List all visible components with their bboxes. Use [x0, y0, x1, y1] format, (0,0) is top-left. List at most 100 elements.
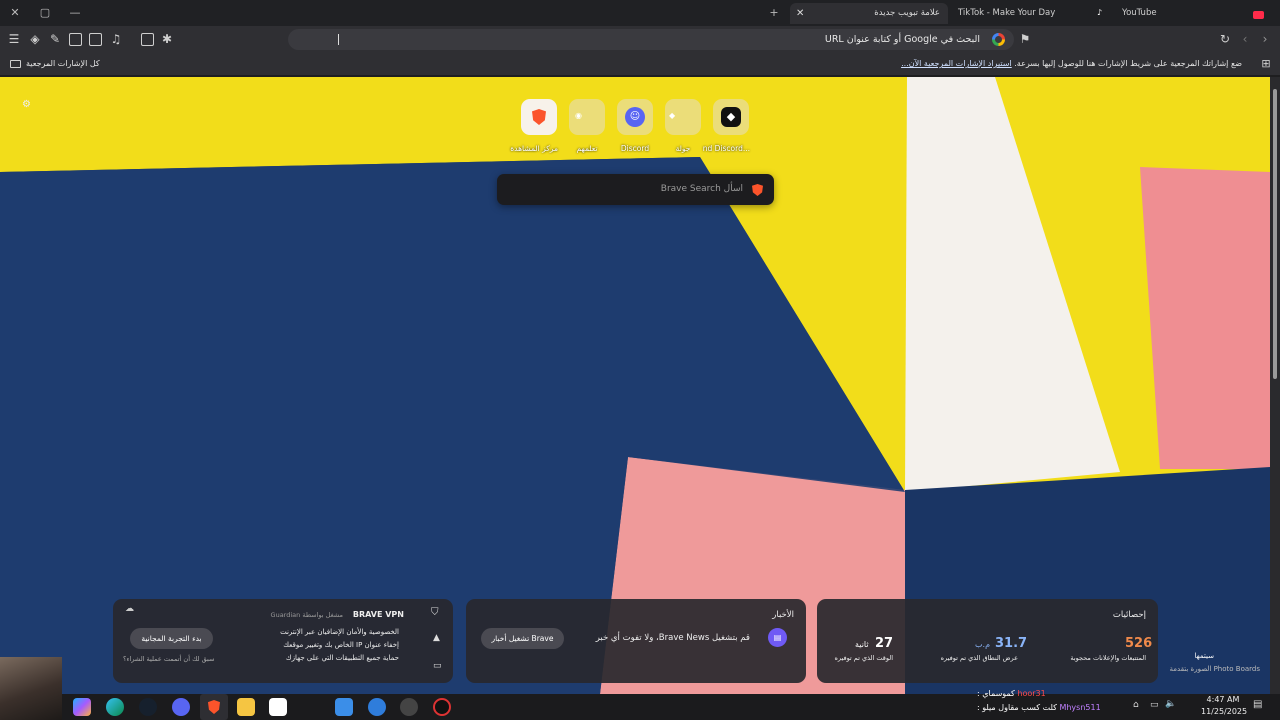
brave-icon — [208, 700, 220, 714]
enable-news-button[interactable]: تشغيل أخبار Brave — [481, 628, 564, 649]
start-trial-button[interactable]: بدء التجربة المجانية — [130, 628, 213, 649]
sidebar-icon[interactable] — [89, 33, 102, 46]
vpn-feature: الخصوصية والأمان الإضافيان عبر الإنترنت — [280, 628, 399, 636]
tab-new-tab[interactable]: ✕ علامة تبويب جديدة — [790, 3, 948, 24]
vpn-feature: حماية جميع التطبيقات التي على جهازك — [285, 654, 399, 662]
news-icon: ▤ — [768, 628, 787, 647]
settings-gear-icon[interactable]: ⚙ — [22, 99, 31, 110]
learn-icon: ◉ — [575, 111, 582, 120]
search-placeholder: اسأل Brave Search — [660, 184, 743, 194]
reload-icon[interactable]: ↻ — [1217, 30, 1233, 48]
chat-line: Mhysn511 كلت كسب مقاول ميلو : — [977, 703, 1101, 712]
network-icon[interactable]: ⌂ — [1133, 700, 1139, 710]
mail-icon[interactable] — [335, 698, 353, 716]
extensions-icon[interactable]: ✱ — [159, 30, 175, 48]
clock-date[interactable]: 11/25/2025 — [1201, 707, 1247, 716]
discord-taskbar-icon[interactable] — [172, 698, 190, 716]
grid-icon[interactable]: ⊞ — [1258, 55, 1274, 73]
tab-title: علامة تبويب جديدة — [874, 8, 940, 18]
bandwidth-value: 31.7 — [995, 636, 1028, 651]
vpn-feature: إخفاء عنوان IP الخاص بك وتغيير موقعك — [283, 641, 399, 649]
brave-search-box[interactable]: اسأل Brave Search — [497, 174, 774, 205]
tabs-icon[interactable] — [69, 33, 82, 46]
time-saved-value: 27 — [875, 636, 894, 651]
news-message: قم بتشغيل Brave News، ولا تفوت أي خبر — [595, 633, 750, 643]
folder-icon — [10, 59, 21, 68]
volume-icon[interactable]: 🔈 — [1165, 699, 1176, 709]
maximize-icon[interactable]: ▢ — [35, 4, 55, 22]
minimize-icon[interactable]: — — [65, 4, 85, 22]
tab-tiktok[interactable]: TikTok - Make Your Day — [952, 3, 1088, 24]
tab-title: YouTube — [1122, 8, 1157, 18]
google-icon — [992, 33, 1005, 46]
steam-icon[interactable] — [139, 698, 157, 716]
trackers-blocked-value: 526 — [1125, 636, 1153, 651]
address-bar-placeholder: البحث في Google أو كتابة عنوان URL — [824, 34, 980, 45]
new-tab-page: ⚙ مركز المشاهدة ◉ تعلمهم ☺ Discord ◆ جول… — [0, 77, 1270, 694]
talk-icon[interactable]: ▲ — [433, 633, 440, 643]
address-bar[interactable]: البحث في Google أو كتابة عنوان URL — [288, 29, 1014, 50]
file-explorer-icon[interactable] — [237, 698, 255, 716]
youtube-icon — [1253, 11, 1264, 19]
forward-icon[interactable]: ‹ — [1237, 30, 1253, 48]
top-site-tile[interactable]: ◆ ...nd Discord — [703, 99, 750, 153]
webcam-overlay — [0, 657, 62, 720]
import-bookmarks-link[interactable]: استيراد الإشارات المرجعية الآن... — [901, 59, 1012, 68]
discord-icon: ☺ — [625, 107, 645, 127]
app-icon[interactable] — [368, 698, 386, 716]
text-caret — [338, 34, 339, 45]
taskbar: hoor31 كموسماي : Mhysn511 كلت كسب مقاول … — [0, 689, 1280, 720]
stats-title: إحصائيات — [1112, 610, 1146, 620]
page-scrollbar[interactable] — [1270, 77, 1280, 694]
back-icon[interactable]: › — [1257, 30, 1273, 48]
top-site-tile[interactable]: ◆ جولة — [664, 99, 702, 153]
tab-title: TikTok - Make Your Day — [958, 8, 1056, 18]
bandwidth-unit: م.ب — [975, 640, 991, 649]
screenshot-icon[interactable] — [141, 33, 154, 46]
all-bookmarks-button[interactable]: كل الإشارات المرجعية — [10, 53, 100, 74]
bookmarks-bar: كل الإشارات المرجعية ضع إشاراتك المرجعية… — [0, 53, 1280, 76]
new-tab-icon[interactable]: + — [764, 4, 784, 22]
notification-icon[interactable]: ▤ — [1253, 699, 1262, 710]
edge-icon[interactable] — [106, 698, 124, 716]
top-site-tile[interactable]: ☺ Discord — [616, 99, 654, 153]
time-saved-unit: ثانية — [855, 640, 869, 649]
vpn-title: BRAVE VPN — [352, 610, 404, 619]
photo-credit[interactable]: الصورة بتقدمة Photo Boards — [1170, 665, 1260, 673]
brave-taskbar-button[interactable] — [200, 694, 228, 720]
bookmark-icon[interactable]: ⚑ — [1017, 30, 1033, 48]
display-icon[interactable]: ▭ — [1150, 700, 1159, 710]
scrollbar-thumb[interactable] — [1273, 89, 1277, 379]
close-tab-icon[interactable]: ✕ — [796, 3, 804, 24]
music-icon[interactable]: ♫ — [108, 30, 124, 48]
close-window-icon[interactable]: ✕ — [5, 4, 25, 22]
copilot-icon[interactable] — [73, 698, 91, 716]
bandwidth-label: عرض النطاق الذي تم توفيره — [940, 654, 1018, 662]
tab-youtube[interactable]: YouTube — [1108, 3, 1274, 24]
bookmarks-hint: ضع إشاراتك المرجعية على شريط الإشارات هن… — [901, 59, 1242, 68]
clock-time[interactable]: 4:47 AM — [1203, 695, 1243, 704]
already-purchased-link[interactable]: سبق لك أن أتممت عملية الشراء؟ — [123, 655, 214, 663]
edit-icon[interactable]: ✎ — [47, 30, 63, 48]
vpn-card: ☁ ⛉ BRAVE VPN مشغل بواسطة Guardian الخصو… — [113, 599, 453, 683]
time-saved-label: الوقت الذي تم توفيره — [834, 654, 893, 662]
brave-icon — [532, 109, 546, 125]
trackers-blocked-label: المتتبعات والإعلانات محجوبة — [1070, 654, 1146, 662]
obs-icon[interactable] — [400, 698, 418, 716]
app-icon: ◆ — [721, 107, 741, 127]
news-title: الأخبار — [772, 610, 794, 620]
hide-icon[interactable]: ☁ — [125, 604, 134, 614]
vpn-powered-by: مشغل بواسطة Guardian — [270, 611, 343, 619]
top-site-tile[interactable]: مركز المشاهدة — [510, 99, 558, 153]
brave-search-icon — [752, 184, 763, 196]
tiktok-icon: ♪ — [1097, 8, 1103, 17]
shield-outline-icon[interactable]: ◈ — [27, 30, 43, 48]
stats-card: إحصائيات 526 المتتبعات والإعلانات محجوبة… — [817, 599, 1158, 683]
chat-line: hoor31 كموسماي : — [977, 689, 1046, 698]
recorder-icon[interactable] — [433, 698, 451, 716]
folder-icon[interactable]: ▭ — [433, 661, 442, 671]
store-icon[interactable] — [269, 698, 287, 716]
top-site-tile[interactable]: ◉ تعلمهم — [568, 99, 606, 153]
tab-strip: ✕ ▢ — + ✕ علامة تبويب جديدة TikTok - Mak… — [0, 0, 1280, 26]
menu-icon[interactable]: ☰ — [6, 30, 22, 48]
